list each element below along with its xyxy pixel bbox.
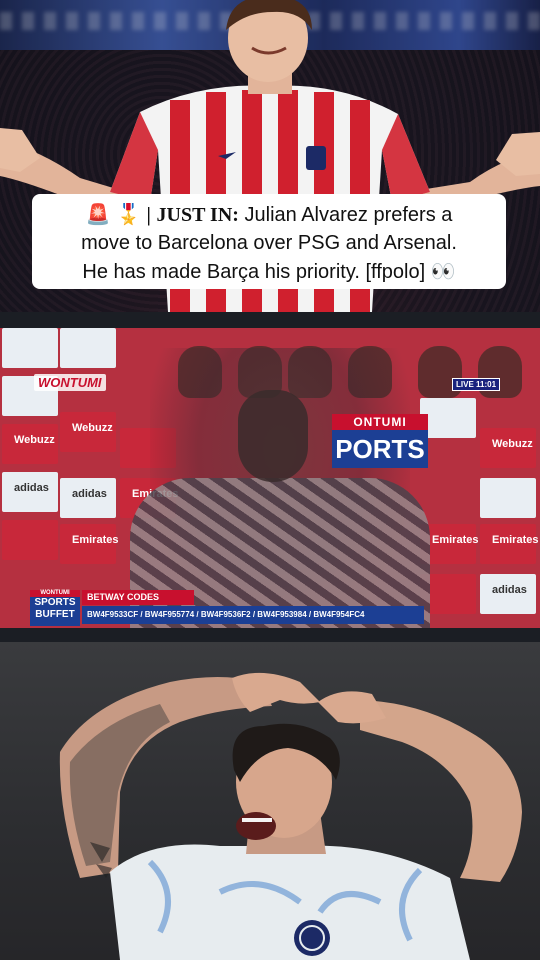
sponsor-tile: adidas xyxy=(480,574,536,614)
backdrop-sports-sign: ONTUMI PORTS xyxy=(332,414,428,470)
news-caption-card: 🚨 🎖️ | JUST IN: Julian Alvarez prefers a… xyxy=(32,194,506,289)
top-photo-panel: 🚨 🎖️ | JUST IN: Julian Alvarez prefers a… xyxy=(0,0,540,312)
sponsor-tile: Webuzz xyxy=(2,424,58,464)
bottom-photo-panel xyxy=(0,642,540,960)
live-time: 11:01 xyxy=(476,380,497,389)
caption-line-1: Julian Alvarez prefers a xyxy=(244,204,453,226)
show-logo-line-1: WONTUMI xyxy=(30,590,80,597)
sponsor-tile: Webuzz xyxy=(480,428,536,468)
sponsor-mark: adidas xyxy=(492,584,527,596)
sponsor-tile xyxy=(2,520,58,560)
sponsor-tile xyxy=(480,478,536,518)
caption-line-3: He has made Barça his priority. [ffpolo] xyxy=(82,261,426,283)
channel-logo: WONTUMI xyxy=(34,374,106,391)
sponsor-tile: Emirates xyxy=(60,524,119,564)
show-logo-line-2: SPORTS xyxy=(34,597,76,608)
sponsor-mark: Webuzz xyxy=(14,434,55,446)
ticker-title: BETWAY CODES xyxy=(82,590,194,605)
player-photo-inter xyxy=(59,672,522,960)
sponsor-mark: adidas xyxy=(14,482,49,494)
lower-third-ticker: WONTUMI SPORTS BUFFET BETWAY CODES BW4F9… xyxy=(30,590,424,626)
show-logo-line-3: BUFFET xyxy=(35,609,75,620)
backdrop-sign-top: ONTUMI xyxy=(332,414,428,430)
ticker-codes: BW4F9533CF / BW4F955774 / BW4F9536F2 / B… xyxy=(82,606,424,624)
sponsor-tile: adidas xyxy=(60,478,116,518)
tv-screen: Webuzz adidas Webuzz adidas Emirates Emi… xyxy=(0,328,540,628)
sponsor-tile: Webuzz xyxy=(60,412,116,452)
just-in-label: JUST IN: xyxy=(156,204,239,226)
backdrop-sign-bottom: PORTS xyxy=(332,430,428,468)
sponsor-tile xyxy=(420,398,476,438)
sponsor-mark: Webuzz xyxy=(492,438,533,450)
tv-broadcast-panel: Webuzz adidas Webuzz adidas Emirates Emi… xyxy=(0,312,540,642)
live-label: LIVE xyxy=(456,380,474,389)
sponsor-mark: Emirates xyxy=(72,534,119,546)
siren-icon: 🚨 xyxy=(85,202,111,226)
eyes-icon: 👀 xyxy=(430,259,456,283)
speaker-head xyxy=(238,390,308,482)
sponsor-tile xyxy=(60,328,116,368)
caption-line-2: move to Barcelona over PSG and Arsenal. xyxy=(81,232,457,254)
sponsor-tile xyxy=(2,328,58,368)
sponsor-tile: adidas xyxy=(2,472,58,512)
sponsor-mark: Webuzz xyxy=(72,422,113,434)
sponsor-tile: Emirates xyxy=(480,524,539,564)
show-logo: WONTUMI SPORTS BUFFET xyxy=(30,590,80,626)
sponsor-mark: Emirates xyxy=(492,534,539,546)
caption-separator: | xyxy=(146,204,151,226)
sponsor-mark: Emirates xyxy=(432,534,479,546)
sponsor-mark: adidas xyxy=(72,488,107,500)
live-badge: LIVE 11:01 xyxy=(452,378,501,391)
medal-icon: 🎖️ xyxy=(116,202,141,226)
